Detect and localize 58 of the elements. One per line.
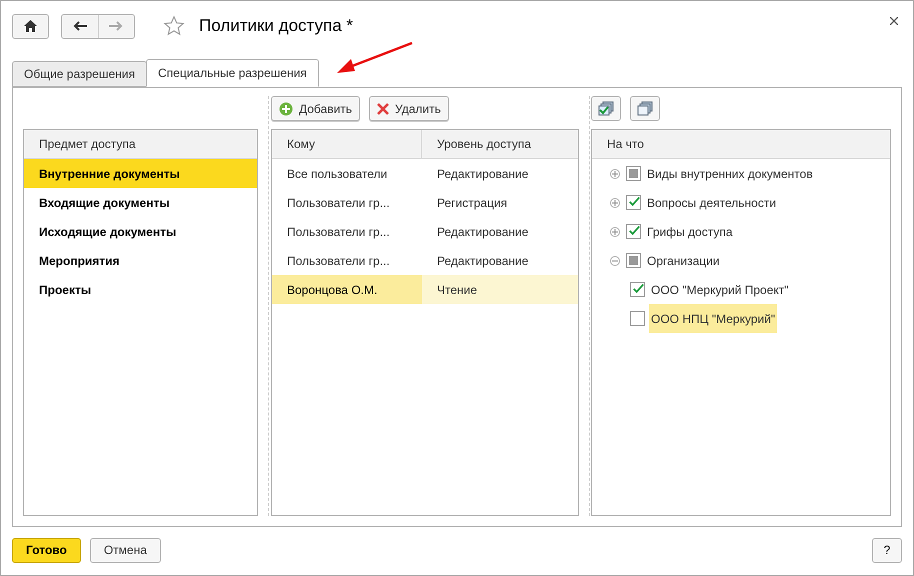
home-icon xyxy=(24,20,37,32)
tree-item[interactable]: ООО "Меркурий Проект" xyxy=(649,275,791,304)
list-item[interactable]: Исходящие документы xyxy=(24,217,257,246)
table-cell-text: Пользователи гр... xyxy=(286,224,391,240)
stacked-pages-icon xyxy=(637,101,653,116)
check-all-button[interactable] xyxy=(591,96,621,121)
tree-item[interactable]: Виды внутренних документов xyxy=(645,159,815,188)
checkbox[interactable] xyxy=(626,224,641,239)
cancel-button[interactable]: Отмена xyxy=(90,538,161,562)
checkbox[interactable] xyxy=(626,166,641,181)
table-cell-text: Редактирование xyxy=(436,224,530,240)
table-cell-text: Пользователи гр... xyxy=(286,194,391,212)
tab[interactable]: Общие разрешения xyxy=(12,61,147,87)
window-title: Политики доступа * xyxy=(199,15,354,38)
uncheck-all-button[interactable] xyxy=(630,96,660,121)
table-cell-text: Пользователи гр... xyxy=(286,252,391,270)
tab[interactable]: Специальные разрешения xyxy=(146,59,319,87)
list-item[interactable]: Внутренние документы xyxy=(24,159,257,188)
column-header: Кому xyxy=(272,130,422,158)
table-row[interactable]: Все пользователи Редактирование xyxy=(272,159,578,188)
list-item[interactable]: Входящие документы xyxy=(24,188,257,217)
table-cell-text: Чтение xyxy=(436,282,478,298)
delete-button[interactable]: Удалить xyxy=(369,96,449,121)
table-cell: Воронцова О.М. xyxy=(272,275,422,304)
expand-icon[interactable] xyxy=(610,226,620,236)
table-cell-text: Все пользователи xyxy=(286,166,388,182)
help-button[interactable]: ? xyxy=(872,538,902,562)
add-button[interactable]: Добавить xyxy=(271,96,360,121)
table-row[interactable]: Пользователи гр... Редактирование xyxy=(272,246,578,275)
tree-item[interactable]: ООО НПЦ "Меркурий" xyxy=(649,304,778,333)
table-row[interactable]: Пользователи гр... Регистрация xyxy=(272,188,578,217)
table-cell-text: Редактирование xyxy=(436,252,530,270)
checkbox[interactable] xyxy=(626,253,641,268)
expand-icon[interactable] xyxy=(610,168,620,178)
checkbox[interactable] xyxy=(630,282,645,297)
expand-icon[interactable] xyxy=(610,198,620,208)
column-header: Предмет доступа xyxy=(24,130,257,159)
tree-item[interactable]: Грифы доступа xyxy=(645,217,735,246)
star-icon[interactable] xyxy=(163,15,185,37)
list-item[interactable]: Мероприятия xyxy=(24,246,257,275)
stacked-checked-icon xyxy=(598,101,614,116)
table-row[interactable]: Пользователи гр... Редактирование xyxy=(272,217,578,246)
table-cell-text: Регистрация xyxy=(436,194,508,212)
done-button[interactable]: Готово xyxy=(12,538,81,562)
column-header: Уровень доступа xyxy=(436,136,532,153)
home-button[interactable] xyxy=(12,14,49,38)
cross-icon xyxy=(377,102,390,114)
list-item[interactable]: Проекты xyxy=(24,275,257,304)
close-icon[interactable] xyxy=(890,17,898,25)
plus-icon xyxy=(279,102,293,116)
tree-item[interactable]: Организации xyxy=(645,246,722,275)
checkbox[interactable] xyxy=(626,195,641,210)
collapse-icon[interactable] xyxy=(610,256,620,266)
checkbox[interactable] xyxy=(630,311,645,326)
table-cell-text: Редактирование xyxy=(436,166,530,182)
table-row[interactable]: Воронцова О.М. Чтение xyxy=(272,275,578,304)
column-header: На что xyxy=(592,130,890,159)
tree-item[interactable]: Вопросы деятельности xyxy=(645,188,778,217)
